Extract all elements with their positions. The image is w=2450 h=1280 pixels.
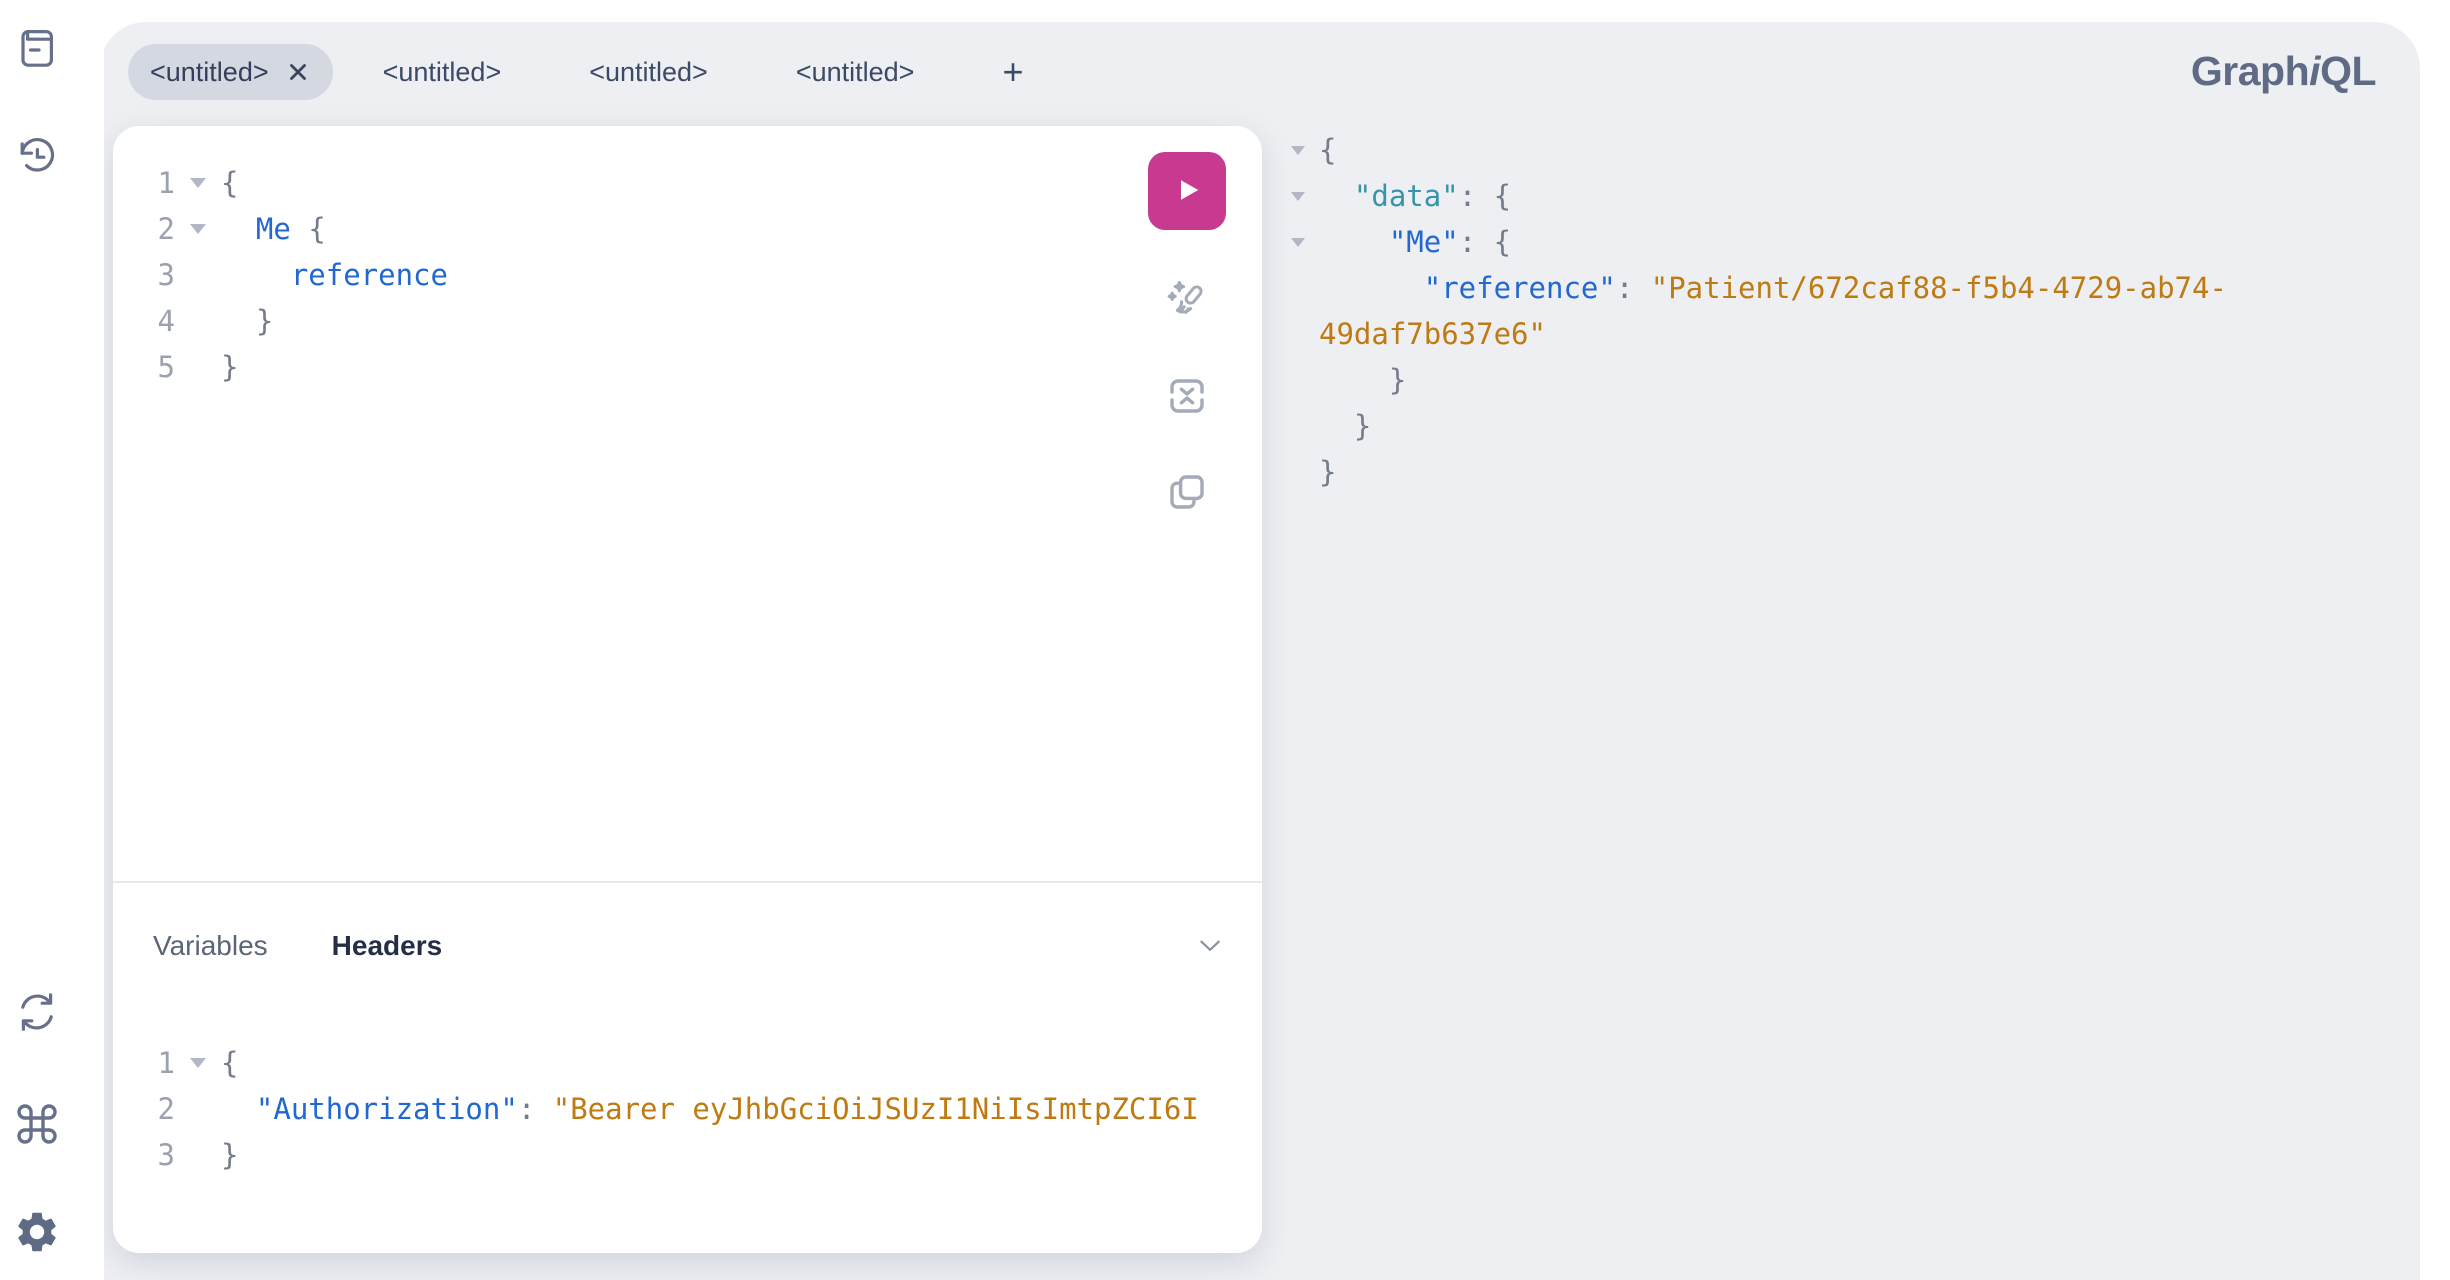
code-text: } (221, 1132, 238, 1178)
line-number: 3 (113, 252, 175, 298)
code-text: } (221, 344, 238, 390)
code-text: reference (221, 252, 448, 298)
code-text: } (1319, 403, 1371, 449)
tab-untitled-4[interactable]: <untitled> (766, 57, 945, 88)
code-line: 5} (113, 344, 1132, 390)
execute-button[interactable] (1148, 152, 1226, 230)
fold-arrow-icon[interactable] (175, 1040, 221, 1086)
code-text: } (1319, 449, 1336, 495)
fold-gutter (175, 252, 221, 298)
editor-divider (113, 881, 1262, 883)
fold-arrow-icon[interactable] (1291, 127, 1319, 173)
close-icon (285, 59, 311, 85)
fold-arrow-icon[interactable] (175, 160, 221, 206)
fold-gutter (1291, 265, 1319, 311)
tab-untitled-1[interactable]: <untitled> (128, 44, 333, 100)
code-text: { (221, 1040, 238, 1086)
headers-editor[interactable]: 1{2 "Authorization": "Bearer eyJhbGciOiJ… (113, 1040, 1262, 1233)
code-line: } (1291, 403, 2384, 449)
code-line: { (1291, 127, 2384, 173)
fold-arrow-icon[interactable] (175, 206, 221, 252)
tab-label: <untitled> (589, 57, 708, 88)
fold-gutter (175, 298, 221, 344)
code-line: } (1291, 449, 2384, 495)
code-text: "Authorization": "Bearer eyJhbGciOiJSUzI… (221, 1086, 1199, 1132)
line-number: 1 (113, 160, 175, 206)
fold-gutter (175, 1086, 221, 1132)
editor-panel: 1{2 Me {3 reference4 }5} (113, 126, 1262, 1253)
collapse-editor-button[interactable] (1192, 933, 1226, 959)
code-line: 3} (113, 1132, 1262, 1178)
sidebar (0, 0, 104, 1280)
tab-label: <untitled> (796, 57, 915, 88)
code-line: 2 "Authorization": "Bearer eyJhbGciOiJSU… (113, 1086, 1262, 1132)
docs-icon (13, 24, 61, 72)
code-line: "data": { (1291, 173, 2384, 219)
code-text: } (221, 298, 273, 344)
response-viewer[interactable]: { "data": { "Me": { "reference": "Patien… (1291, 127, 2384, 495)
tab-label: <untitled> (150, 57, 269, 88)
line-number: 2 (113, 1086, 175, 1132)
graphiql-session: <untitled> <untitled> <untitled> <untitl… (100, 22, 2420, 1280)
fold-gutter (175, 344, 221, 390)
code-text: { (221, 160, 238, 206)
line-number: 2 (113, 206, 175, 252)
tab-label: <untitled> (383, 57, 502, 88)
code-line: 1{ (113, 1040, 1262, 1086)
history-button[interactable] (13, 132, 61, 180)
code-line: "reference": "Patient/672caf88-f5b4-4729… (1291, 265, 2384, 311)
line-number: 5 (113, 344, 175, 390)
code-text: "data": { (1319, 173, 1511, 219)
code-text: { (1319, 127, 1336, 173)
code-line: "Me": { (1291, 219, 2384, 265)
refresh-icon (13, 988, 61, 1036)
tab-close-button[interactable] (285, 59, 311, 85)
code-text: } (1319, 357, 1406, 403)
fold-gutter (1291, 357, 1319, 403)
tab-bar: <untitled> <untitled> <untitled> <untitl… (100, 22, 2420, 122)
fold-gutter (1291, 311, 1319, 357)
command-icon (13, 1100, 61, 1148)
code-text: Me { (221, 206, 326, 252)
copy-icon (1163, 468, 1211, 516)
code-text: 49daf7b637e6" (1319, 311, 1546, 357)
copy-button[interactable] (1163, 468, 1211, 516)
fold-arrow-icon[interactable] (1291, 173, 1319, 219)
keyboard-shortcuts-button[interactable] (13, 1100, 61, 1148)
prettify-icon (1163, 276, 1211, 324)
line-number: 4 (113, 298, 175, 344)
code-line: 1{ (113, 160, 1132, 206)
code-text: "Me": { (1319, 219, 1511, 265)
settings-button[interactable] (13, 1208, 61, 1256)
fold-gutter (175, 1132, 221, 1178)
tab-untitled-2[interactable]: <untitled> (353, 57, 532, 88)
line-number: 1 (113, 1040, 175, 1086)
tab-headers[interactable]: Headers (332, 930, 443, 962)
fold-gutter (1291, 403, 1319, 449)
chevron-down-icon (1192, 933, 1226, 959)
line-number: 3 (113, 1132, 175, 1178)
code-line: 4 } (113, 298, 1132, 344)
code-text: "reference": "Patient/672caf88-f5b4-4729… (1319, 265, 2227, 311)
tab-variables[interactable]: Variables (153, 930, 268, 962)
code-line: 49daf7b637e6" (1291, 311, 2384, 357)
fold-arrow-icon[interactable] (1291, 219, 1319, 265)
code-line: 2 Me { (113, 206, 1132, 252)
prettify-button[interactable] (1163, 276, 1211, 324)
code-line: 3 reference (113, 252, 1132, 298)
docs-button[interactable] (13, 24, 61, 72)
refetch-schema-button[interactable] (13, 988, 61, 1036)
secondary-tab-bar: Variables Headers (153, 921, 1226, 971)
merge-button[interactable] (1163, 372, 1211, 420)
tab-untitled-3[interactable]: <untitled> (559, 57, 738, 88)
play-icon (1169, 172, 1205, 211)
fold-gutter (1291, 449, 1319, 495)
query-editor[interactable]: 1{2 Me {3 reference4 }5} (113, 160, 1132, 860)
graphiql-logo: GraphiQL (2191, 48, 2376, 95)
history-icon (13, 132, 61, 180)
add-tab-button[interactable]: + (1002, 51, 1023, 93)
gear-icon (13, 1208, 61, 1256)
merge-icon (1163, 372, 1211, 420)
code-line: } (1291, 357, 2384, 403)
